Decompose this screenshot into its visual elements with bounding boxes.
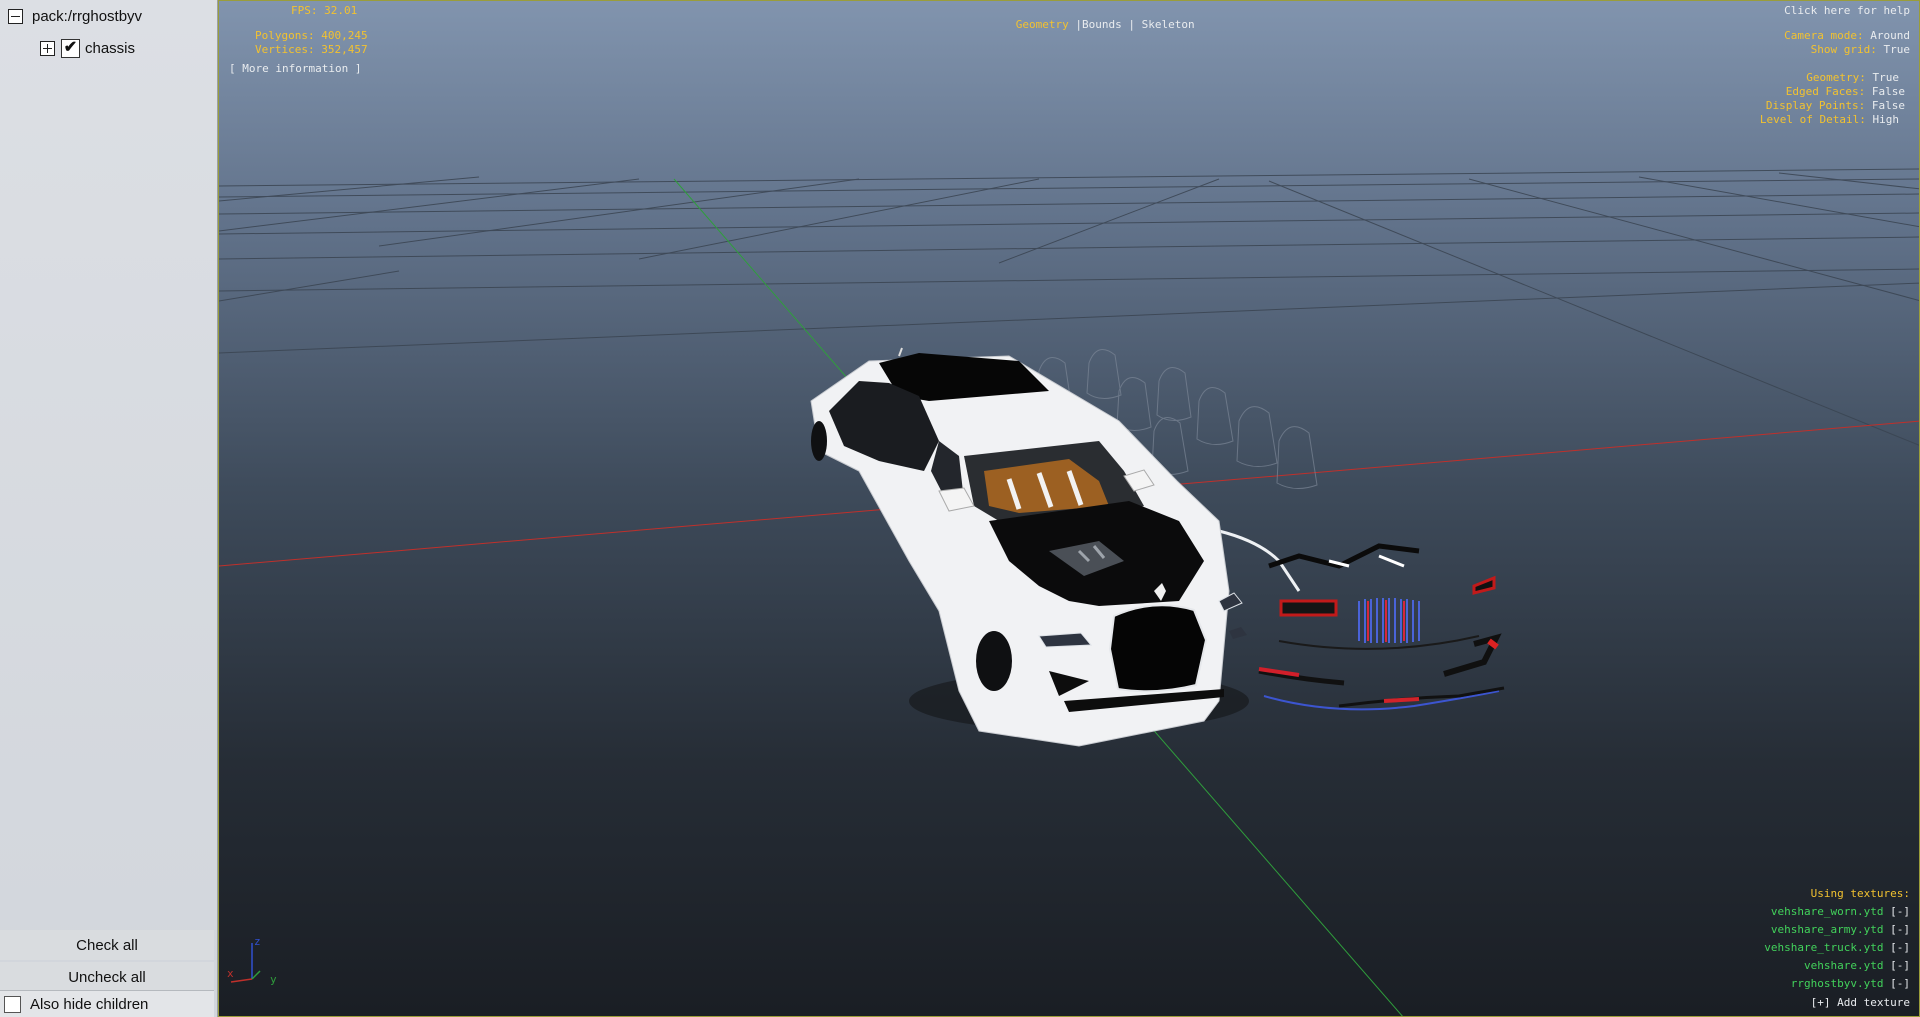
texture-name: vehshare.ytd [1804,959,1884,972]
check-all-button[interactable]: Check all [0,930,214,960]
texture-item: rrghostbyv.ytd [-] [1791,977,1910,991]
texture-item: vehshare_truck.ytd [-] [1764,941,1910,955]
gizmo-z-label: z [254,935,261,948]
expand-icon[interactable] [40,40,55,56]
tree-item-root-label: pack:/rrghostbyv [32,7,143,25]
texture-name: vehshare_worn.ytd [1770,905,1884,918]
car-model [810,347,1249,747]
detached-parts [1218,529,1505,711]
edged-faces-value: False [1871,85,1905,98]
remove-texture-button[interactable]: [-] [1890,923,1910,936]
level-of-detail-key: Level of Detail: [1759,113,1866,126]
scene-canvas [219,168,1919,1016]
show-grid-setting[interactable]: Show grid: True [1811,43,1910,57]
texture-item: vehshare_worn.ytd [-] [1771,905,1910,919]
geometry-setting[interactable]: Geometry: True [1806,71,1899,85]
also-hide-children-label: Also hide children [30,996,149,1013]
tab-bounds[interactable]: Bounds [1082,18,1122,31]
show-grid-value: True [1883,43,1911,56]
remove-texture-button[interactable]: [-] [1890,905,1910,918]
gizmo-x-label: x [227,967,234,980]
tab-geometry[interactable]: Geometry [1016,18,1069,31]
display-points-value: False [1871,99,1905,112]
camera-mode-value: Around [1870,29,1910,42]
tab-separator: | [1075,18,1082,31]
model-viewport[interactable]: z x y FPS: 32.01 Polygons: 400,245 Verti… [218,0,1920,1017]
collapse-icon[interactable] [8,8,23,24]
texture-item: vehshare_army.ytd [-] [1771,923,1910,937]
also-hide-children-option[interactable]: Also hide children [0,990,214,1017]
render-mode-tabs: Geometry |Bounds | Skeleton [976,4,1195,46]
texture-name: rrghostbyv.ytd [1790,977,1884,990]
camera-mode-key: Camera mode: [1784,29,1864,42]
tab-separator: | [1128,18,1135,31]
remove-texture-button[interactable]: [-] [1890,959,1910,972]
level-of-detail-setting[interactable]: Level of Detail: High [1760,113,1899,127]
polygons-readout: Polygons: 400,245 [255,29,368,42]
tab-skeleton[interactable]: Skeleton [1142,18,1195,31]
display-points-key: Display Points: [1765,99,1866,112]
chassis-checkbox[interactable]: ✔ [61,38,80,58]
level-of-detail-value: High [1872,113,1900,126]
edged-faces-key: Edged Faces: [1785,85,1866,98]
geometry-value: True [1872,71,1900,84]
remove-texture-button[interactable]: [-] [1890,941,1910,954]
help-link[interactable]: Click here for help [1784,4,1910,18]
tree-item-chassis-label: chassis [85,39,136,57]
vertices-readout: Vertices: 352,457 [255,43,368,56]
geometry-key: Geometry: [1806,71,1866,84]
edged-faces-setting[interactable]: Edged Faces: False [1786,85,1905,99]
camera-mode-setting[interactable]: Camera mode: Around [1784,29,1910,43]
model-tree-sidebar: pack:/rrghostbyv ✔ chassis Check all Unc… [0,0,218,1017]
tree-item-chassis[interactable]: ✔ chassis [40,37,135,59]
tree-item-root[interactable]: pack:/rrghostbyv [8,5,142,27]
fps-readout: FPS: 32.01 [291,4,358,17]
textures-title: Using textures: [1810,887,1910,900]
texture-name: vehshare_army.ytd [1770,923,1884,936]
also-hide-children-checkbox[interactable] [4,996,21,1013]
texture-name: vehshare_truck.ytd [1764,941,1884,954]
gizmo-y-label: y [270,973,277,986]
remove-texture-button[interactable]: [-] [1890,977,1910,990]
app-window: pack:/rrghostbyv ✔ chassis Check all Unc… [0,0,1920,1017]
display-points-setting[interactable]: Display Points: False [1766,99,1905,113]
show-grid-key: Show grid: [1810,43,1877,56]
more-information-link[interactable]: [ More information ] [229,62,361,76]
add-texture-button[interactable]: [+] Add texture [1811,996,1910,1010]
uncheck-all-button[interactable]: Uncheck all [0,962,214,992]
texture-item: vehshare.ytd [-] [1804,959,1910,973]
